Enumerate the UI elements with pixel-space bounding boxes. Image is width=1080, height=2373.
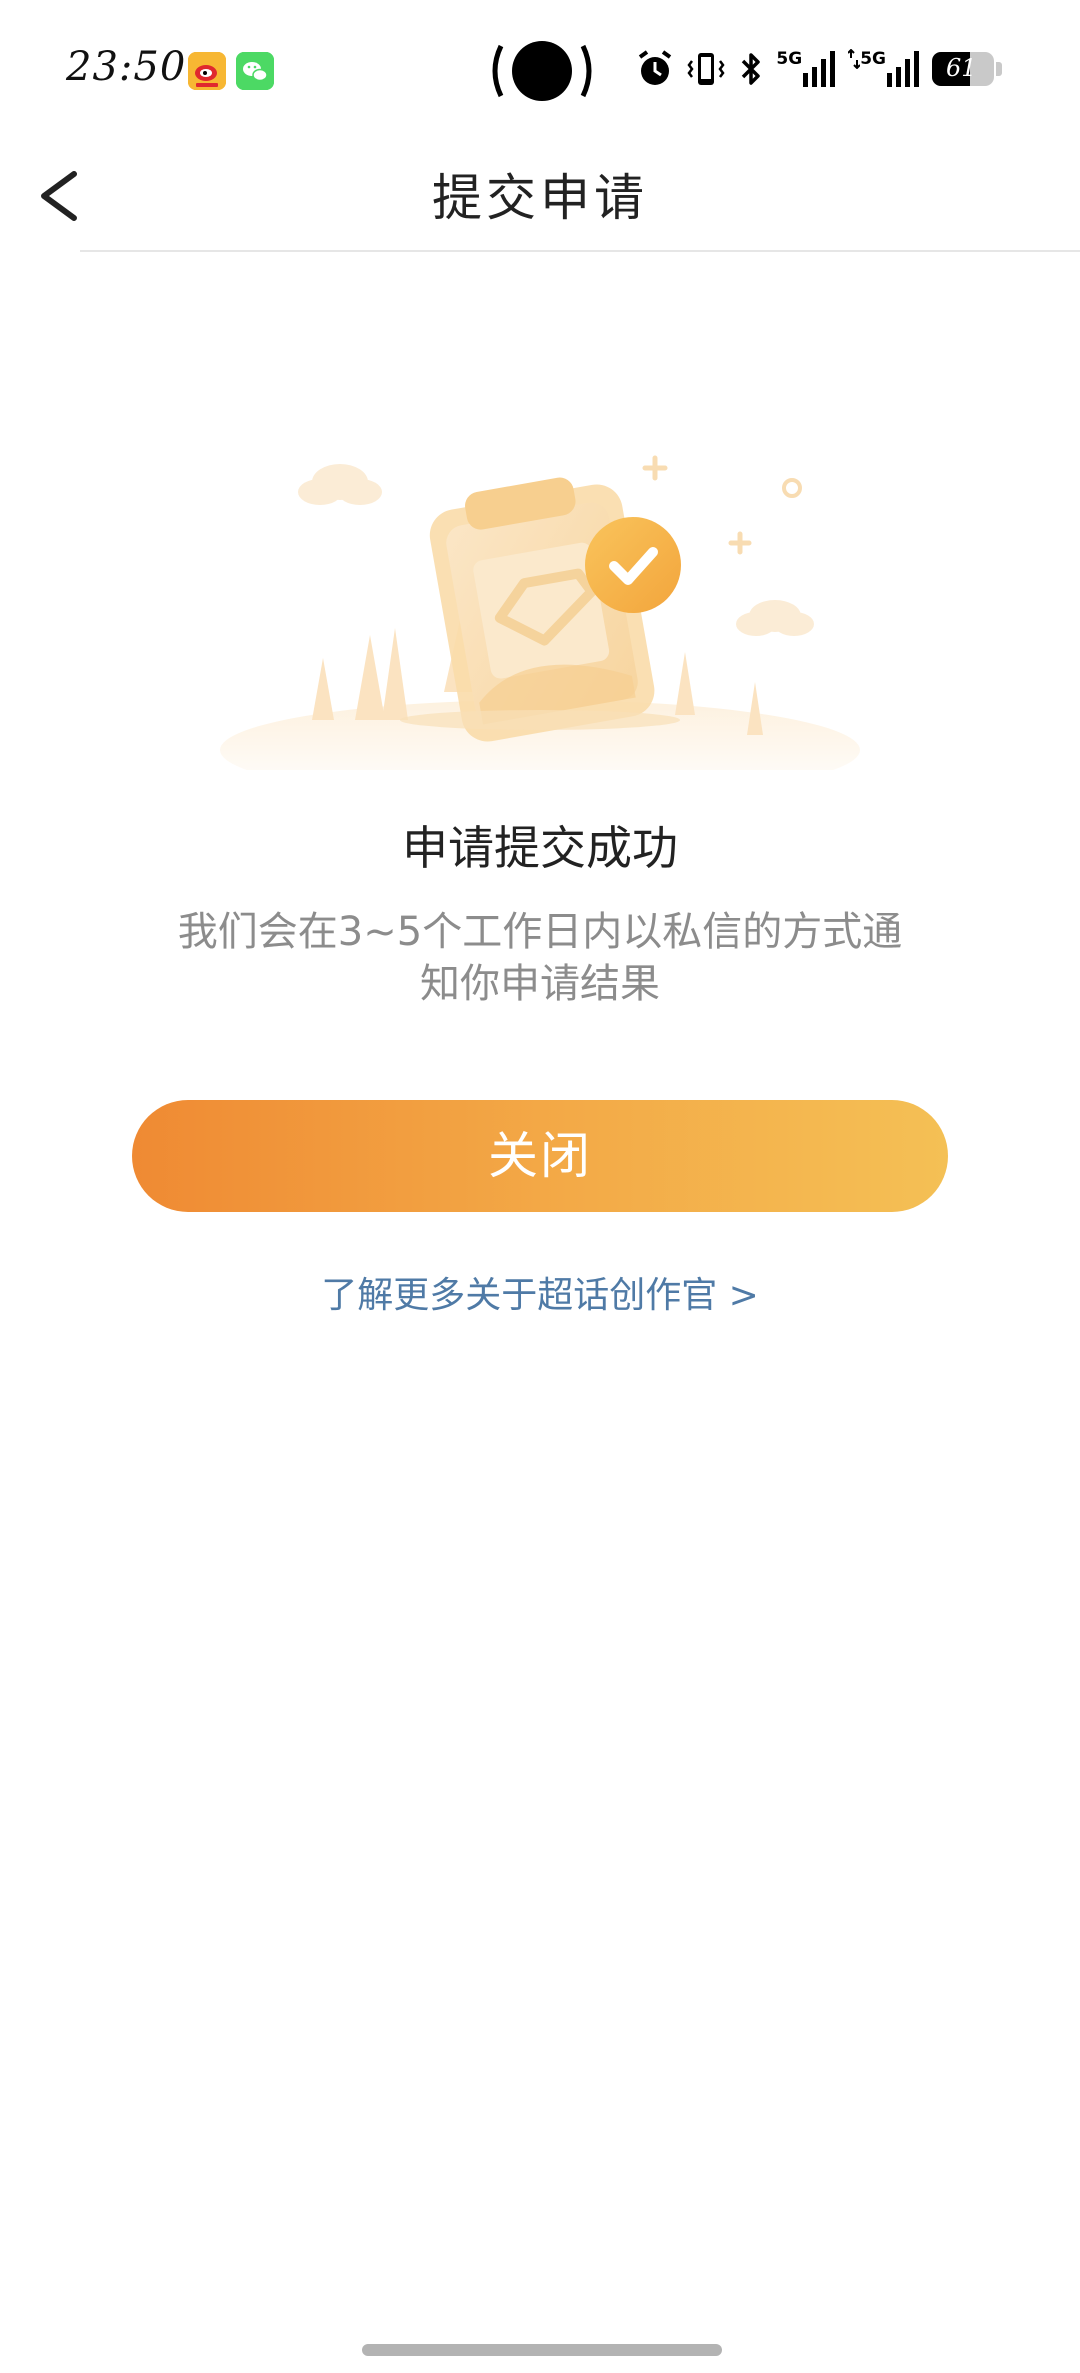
learn-more-link[interactable]: 了解更多关于超话创作官 >: [0, 1266, 1080, 1318]
status-icons: 5G 5G 61: [636, 46, 1002, 92]
signal-1: 5G: [776, 49, 836, 89]
nav-divider: [80, 250, 1080, 252]
success-description: 我们会在3~5个工作日内以私信的方式通知你申请结果: [177, 909, 903, 1007]
battery-level: 61: [946, 54, 977, 82]
network-label-2: 5G: [860, 49, 886, 69]
home-indicator[interactable]: [362, 2344, 722, 2356]
battery-icon: 61: [932, 52, 994, 86]
signal-2: 5G: [848, 49, 920, 89]
data-arrows-icon: [848, 49, 861, 69]
alarm-icon: [639, 50, 672, 85]
wechat-app-icon: [236, 52, 274, 90]
weibo-app-icon: [188, 52, 226, 90]
battery-tip: [996, 62, 1002, 76]
status-bar: 23:50 5G 5G 61: [0, 0, 1080, 140]
check-circle-icon: [585, 517, 681, 613]
vibrate-icon: [687, 53, 725, 85]
status-time: 23:50: [66, 44, 187, 90]
network-label-1: 5G: [776, 49, 803, 69]
signal-bars-icon: [803, 51, 836, 87]
battery-indicator: 61: [932, 52, 1002, 86]
nav-bar: 提交申请: [0, 140, 1080, 252]
close-button[interactable]: 关闭: [132, 1100, 948, 1212]
success-title: 申请提交成功: [402, 821, 678, 875]
camera-cutout: [487, 40, 597, 102]
bluetooth-icon: [742, 53, 761, 85]
signal-bars-icon: [887, 51, 919, 87]
page-title: 提交申请: [432, 169, 648, 227]
success-illustration: [200, 420, 880, 800]
